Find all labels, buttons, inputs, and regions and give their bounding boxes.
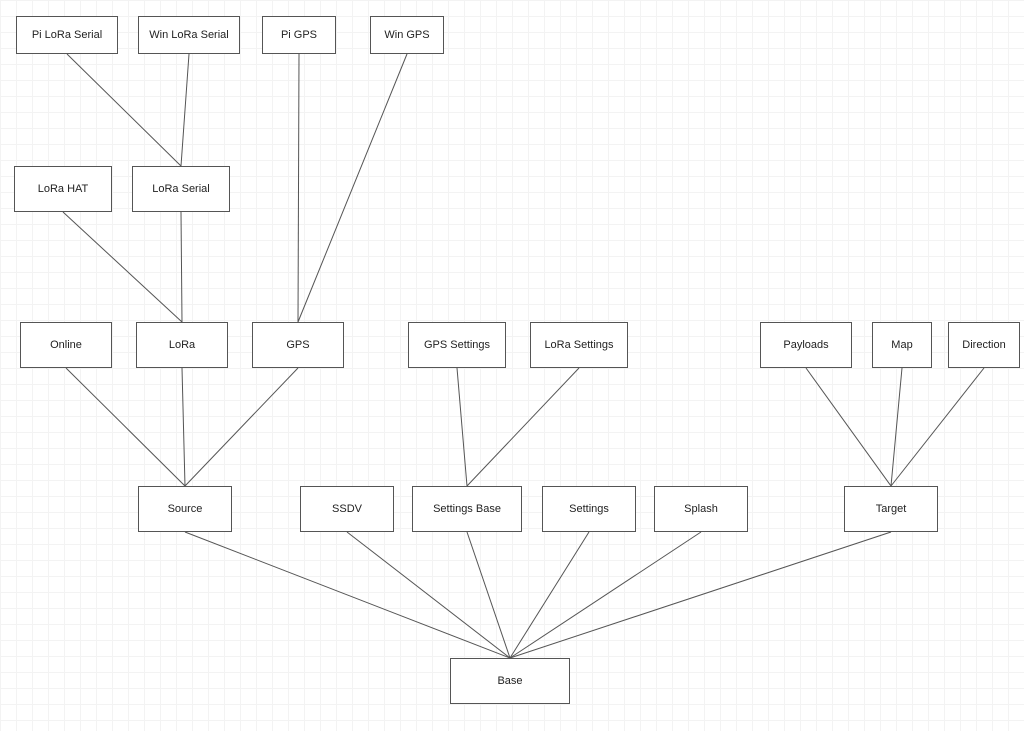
node-label: GPS [286,339,309,351]
node-label: Payloads [783,339,828,351]
node-online[interactable]: Online [20,322,112,368]
node-label: Win GPS [384,29,429,41]
node-label: Pi LoRa Serial [32,29,102,41]
node-splash[interactable]: Splash [654,486,748,532]
node-label: Settings [569,503,609,515]
node-lora[interactable]: LoRa [136,322,228,368]
node-target[interactable]: Target [844,486,938,532]
node-label: SSDV [332,503,362,515]
node-lora-settings[interactable]: LoRa Settings [530,322,628,368]
node-lora-hat[interactable]: LoRa HAT [14,166,112,212]
node-settings[interactable]: Settings [542,486,636,532]
node-label: Splash [684,503,718,515]
node-gps-settings[interactable]: GPS Settings [408,322,506,368]
node-source[interactable]: Source [138,486,232,532]
node-label: Pi GPS [281,29,317,41]
node-base[interactable]: Base [450,658,570,704]
node-pi-gps[interactable]: Pi GPS [262,16,336,54]
node-label: Base [497,675,522,687]
node-label: Online [50,339,82,351]
node-label: LoRa Serial [152,183,209,195]
node-label: GPS Settings [424,339,490,351]
node-label: LoRa Settings [544,339,613,351]
node-label: Target [876,503,907,515]
node-label: Direction [962,339,1005,351]
node-label: Map [891,339,912,351]
node-label: Settings Base [433,503,501,515]
node-pi-lora-serial[interactable]: Pi LoRa Serial [16,16,118,54]
node-win-lora-serial[interactable]: Win LoRa Serial [138,16,240,54]
node-lora-serial[interactable]: LoRa Serial [132,166,230,212]
node-label: LoRa HAT [38,183,89,195]
node-gps[interactable]: GPS [252,322,344,368]
node-label: Source [168,503,203,515]
node-ssdv[interactable]: SSDV [300,486,394,532]
node-label: Win LoRa Serial [149,29,228,41]
diagram-canvas[interactable]: Pi LoRa Serial Win LoRa Serial Pi GPS Win G… [0,0,1024,731]
node-win-gps[interactable]: Win GPS [370,16,444,54]
node-payloads[interactable]: Payloads [760,322,852,368]
node-settings-base[interactable]: Settings Base [412,486,522,532]
node-direction[interactable]: Direction [948,322,1020,368]
node-label: LoRa [169,339,195,351]
node-map[interactable]: Map [872,322,932,368]
